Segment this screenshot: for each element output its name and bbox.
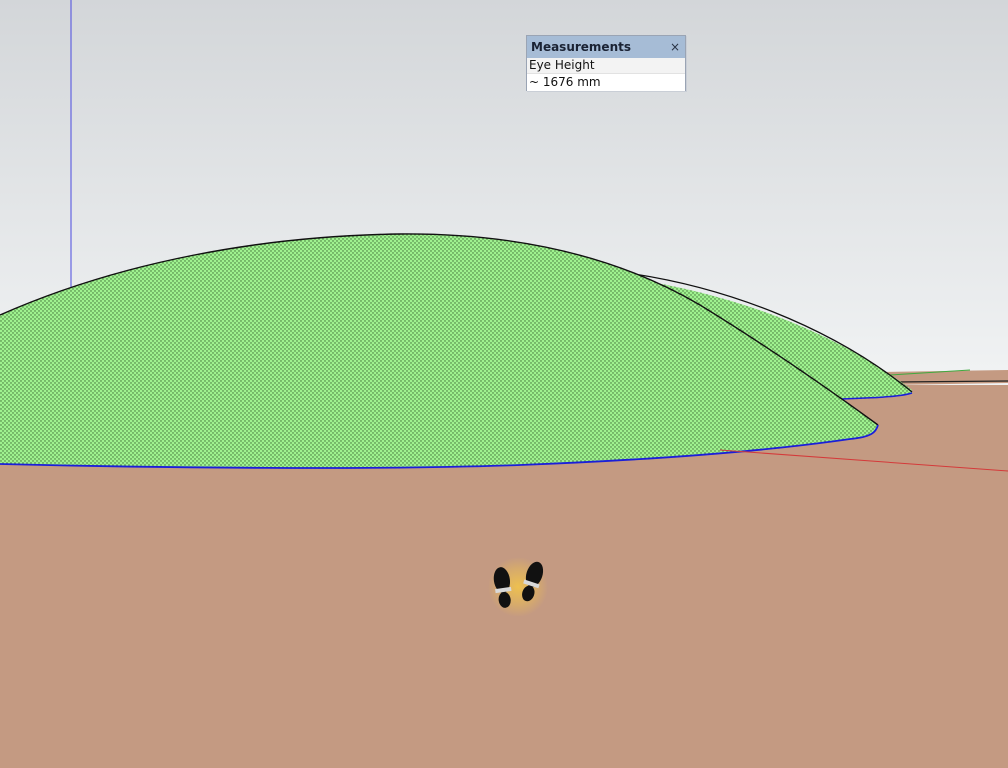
sketchup-viewport[interactable]: Measurements × Eye Height ~ 1676 mm: [0, 0, 1008, 768]
measurements-panel[interactable]: Measurements × Eye Height ~ 1676 mm: [526, 35, 686, 91]
measurement-value-input[interactable]: ~ 1676 mm: [527, 73, 685, 91]
measurements-title-bar[interactable]: Measurements ×: [527, 36, 685, 58]
3d-scene[interactable]: [0, 0, 1008, 768]
close-icon[interactable]: ×: [670, 36, 680, 58]
measurements-title: Measurements: [531, 40, 631, 54]
footprints-icon: [488, 557, 548, 617]
measurement-label: Eye Height: [527, 58, 685, 73]
